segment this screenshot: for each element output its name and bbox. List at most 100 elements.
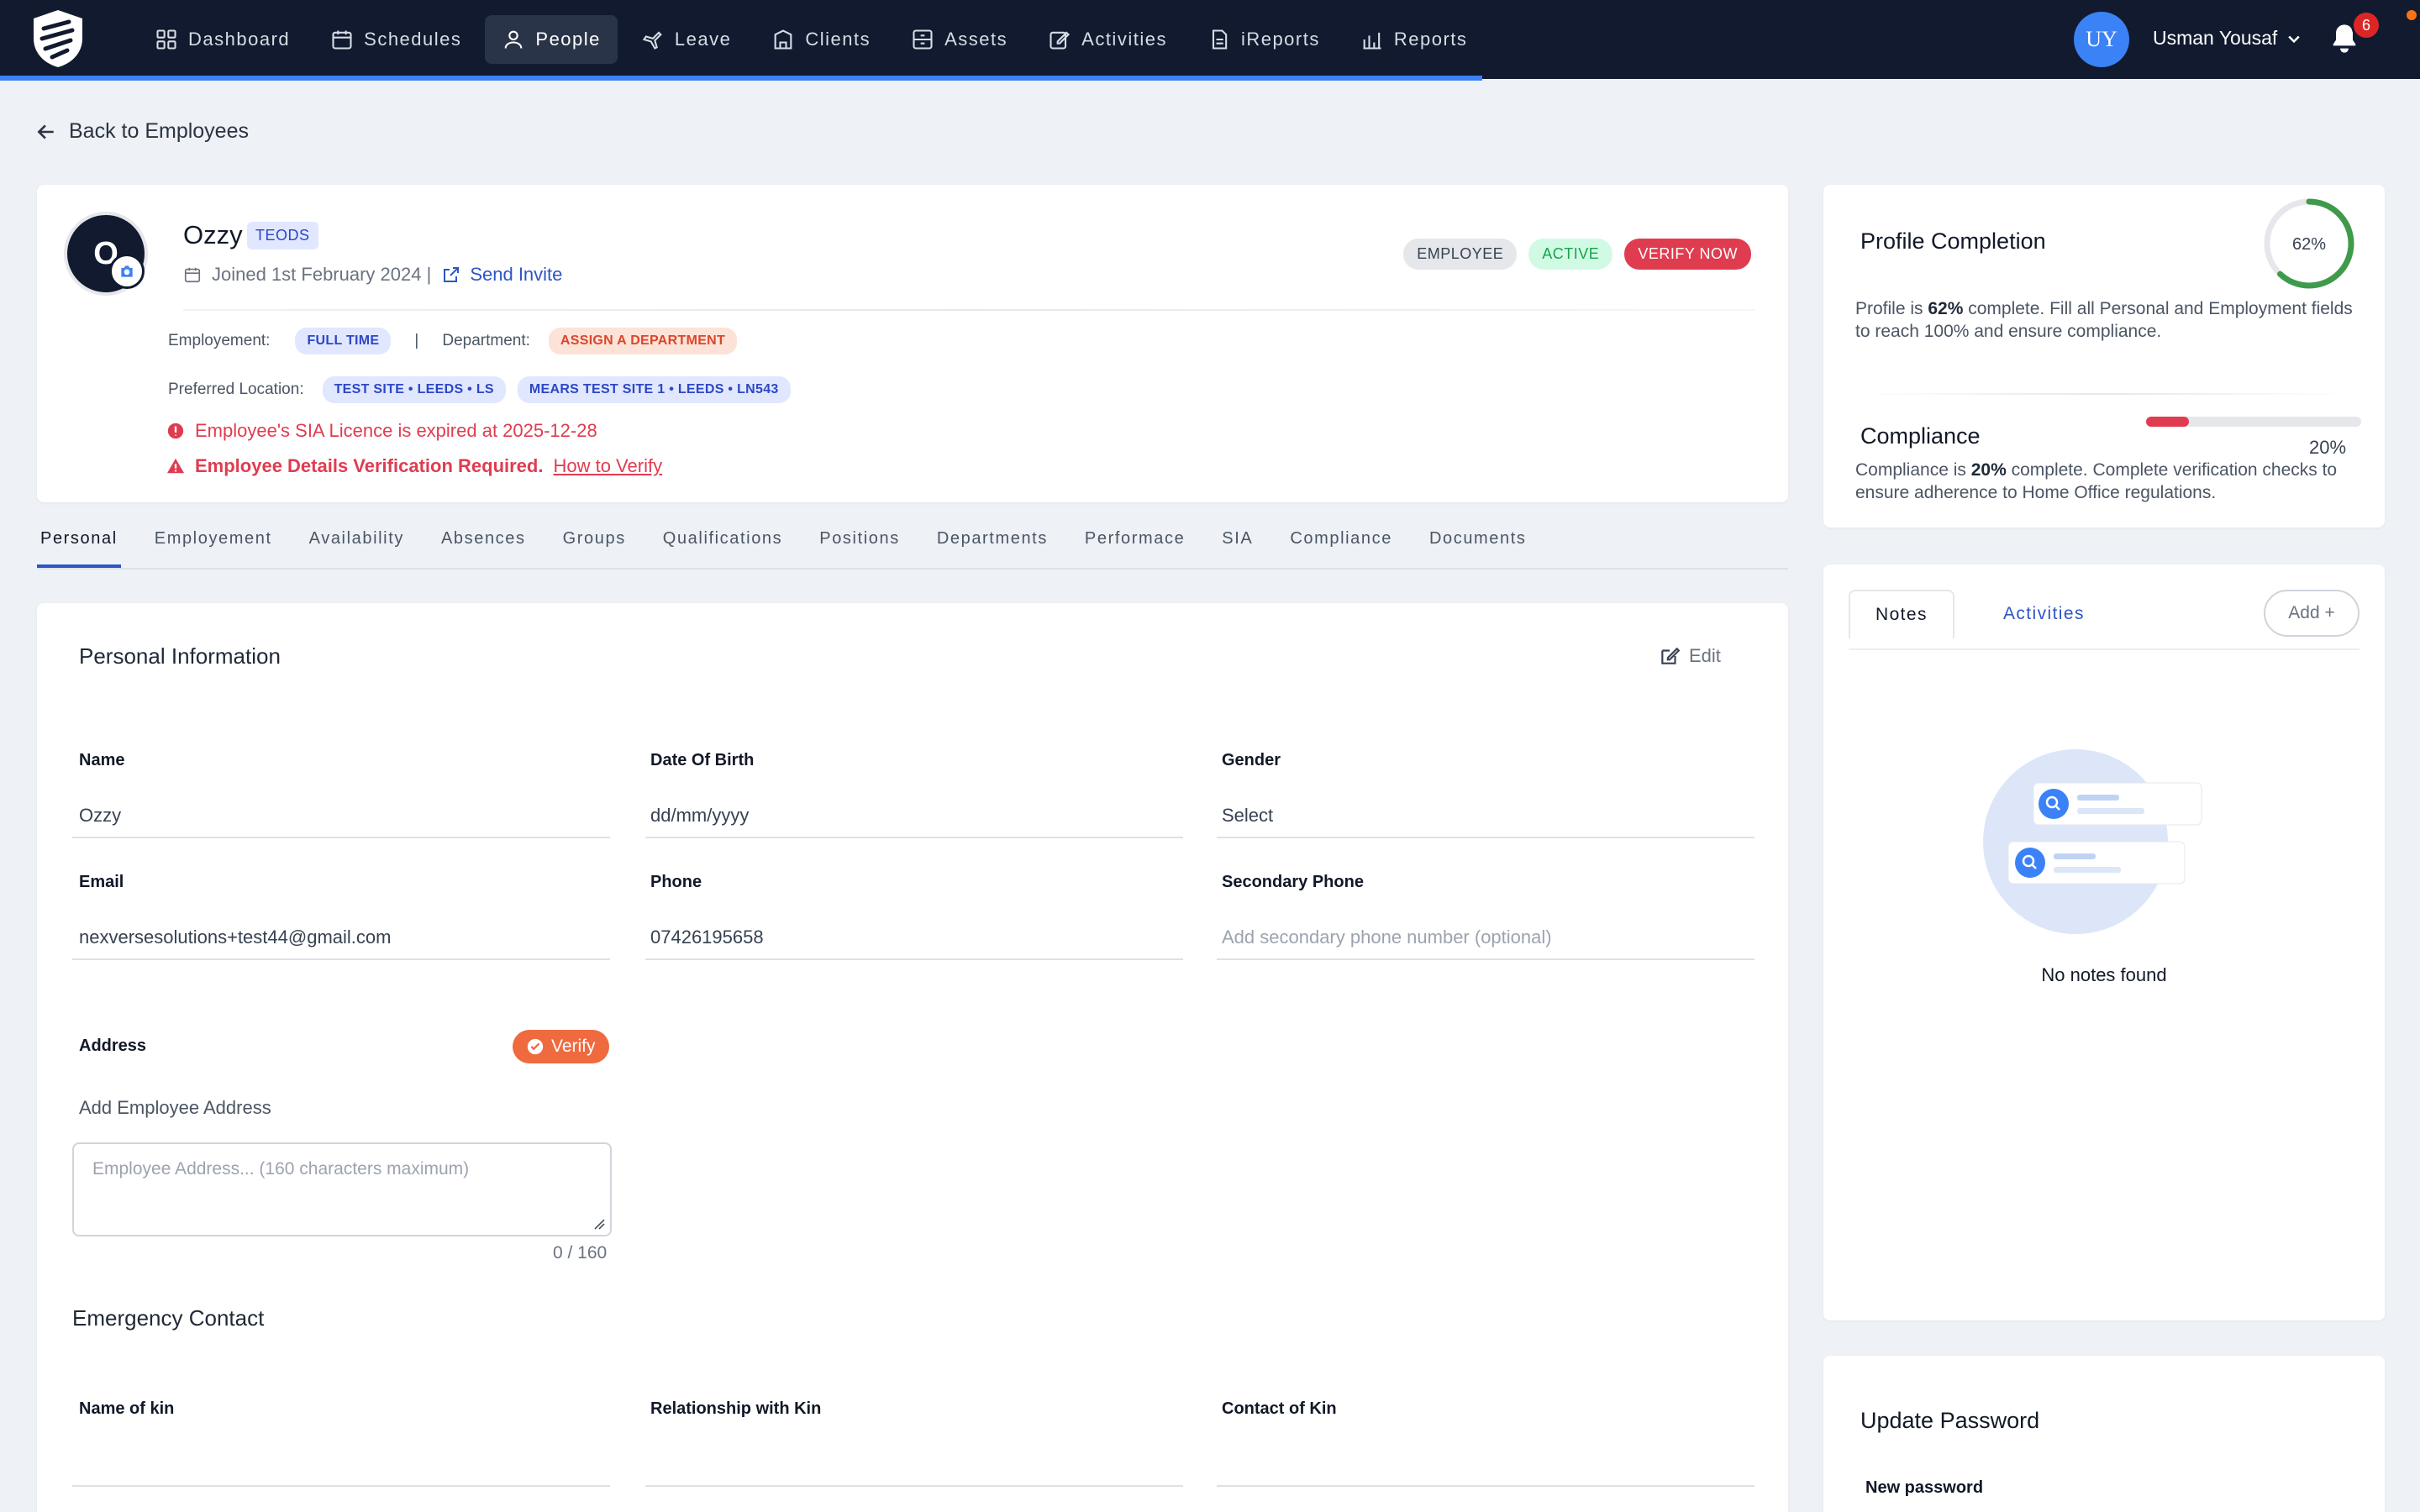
kin-relationship-field[interactable]: Relationship with Kin	[645, 1399, 1183, 1487]
edit-button[interactable]: Edit	[1659, 645, 1721, 667]
nav-schedules[interactable]: Schedules	[313, 15, 478, 64]
back-to-employees-link[interactable]: Back to Employees	[35, 119, 249, 144]
tab-activities[interactable]: Activities	[1978, 590, 2110, 638]
how-to-verify-link[interactable]: How to Verify	[553, 455, 662, 477]
nav-activities[interactable]: Activities	[1031, 15, 1184, 64]
field-value: nexversesolutions+test44@gmail.com	[79, 927, 392, 948]
employee-profile-card: O Ozzy TEODS Joined 1st February 2024 | …	[37, 185, 1788, 502]
nav-dashboard[interactable]: Dashboard	[138, 15, 307, 64]
verify-now-button[interactable]: VERIFY NOW	[1624, 239, 1751, 270]
profile-completion-card: Profile Completion 62% Profile is 62% co…	[1823, 185, 2385, 528]
tab-notes[interactable]: Notes	[1849, 590, 1954, 638]
warning-triangle-icon	[166, 458, 185, 474]
tab-compliance[interactable]: Compliance	[1286, 519, 1396, 568]
calendar-icon	[332, 30, 352, 50]
employment-row: Employement: FULL TIME | Department: ASS…	[168, 328, 738, 354]
status-dot	[2407, 10, 2417, 20]
nav-ireports[interactable]: iReports	[1191, 15, 1337, 64]
top-navbar: Dashboard Schedules People Leave Clients…	[0, 0, 2420, 79]
bar-chart-icon	[1363, 32, 1381, 50]
nav-leave[interactable]: Leave	[624, 15, 748, 64]
logo-icon[interactable]	[30, 8, 86, 69]
emergency-contact-title: Emergency Contact	[72, 1305, 265, 1331]
camera-icon[interactable]	[109, 254, 145, 289]
nav-label: People	[535, 29, 601, 50]
joined-row: Joined 1st February 2024 | Send Invite	[183, 264, 562, 286]
nav-label: Schedules	[364, 29, 462, 50]
employee-name: Ozzy	[183, 220, 243, 249]
field-label: Email	[79, 873, 124, 891]
joined-date: Joined 1st February 2024 |	[212, 264, 432, 285]
tab-absences[interactable]: Absences	[438, 519, 529, 568]
arrow-left-icon	[37, 123, 54, 139]
date-of-birth-field[interactable]: Date Of Birth dd/mm/yyyy	[645, 751, 1183, 838]
verify-address-button[interactable]: Verify	[513, 1030, 609, 1063]
tab-documents[interactable]: Documents	[1426, 519, 1530, 568]
tab-employement[interactable]: Employement	[151, 519, 276, 568]
error-circle-icon	[167, 423, 184, 439]
field-value: dd/mm/yyyy	[650, 805, 750, 826]
field-label: Secondary Phone	[1222, 873, 1364, 891]
employment-type-badge: FULL TIME	[295, 328, 392, 354]
chevron-down-icon	[2288, 35, 2301, 43]
secondary-phone-field[interactable]: Secondary Phone Add secondary phone numb…	[1217, 873, 1754, 960]
document-icon	[1212, 29, 1228, 50]
compliance-percent: 20%	[2309, 437, 2347, 458]
check-circle-icon	[527, 1038, 544, 1055]
gender-select[interactable]: Gender Select	[1217, 751, 1754, 838]
nav-assets[interactable]: Assets	[894, 15, 1024, 64]
field-underline	[1217, 837, 1754, 838]
licence-expired-alert: Employee's SIA Licence is expired at 202…	[166, 420, 597, 442]
empty-notes-message: No notes found	[2041, 964, 2167, 985]
tab-groups[interactable]: Groups	[560, 519, 629, 568]
field-underline	[645, 1485, 1183, 1487]
assign-department-button[interactable]: ASSIGN A DEPARTMENT	[548, 328, 738, 354]
verify-label: Verify	[551, 1037, 596, 1056]
back-label: Back to Employees	[69, 119, 249, 143]
field-label: Name of kin	[79, 1399, 175, 1418]
nav-label: iReports	[1240, 29, 1320, 50]
field-underline	[72, 1485, 610, 1487]
tab-departments[interactable]: Departments	[934, 519, 1051, 568]
field-underline	[1217, 1485, 1754, 1487]
tab-sia[interactable]: SIA	[1218, 519, 1256, 568]
add-note-button[interactable]: Add +	[2264, 590, 2360, 637]
tab-availability[interactable]: Availability	[306, 519, 408, 568]
kin-name-field[interactable]: Name of kin	[72, 1399, 610, 1487]
field-label: Contact of Kin	[1222, 1399, 1337, 1418]
user-avatar[interactable]: UY	[2074, 12, 2129, 67]
user-name: Usman Yousaf	[2153, 27, 2278, 49]
plane-icon	[642, 31, 662, 50]
field-underline	[72, 958, 610, 960]
tab-performace[interactable]: Performace	[1081, 519, 1188, 568]
nav-label: Leave	[674, 29, 732, 50]
compliance-title: Compliance	[1860, 423, 1981, 449]
phone-field[interactable]: Phone 07426195658	[645, 873, 1183, 960]
field-value: 07426195658	[650, 927, 764, 948]
field-underline	[1217, 958, 1754, 960]
page-loading-bar	[0, 76, 1482, 81]
edit-label: Edit	[1689, 645, 1721, 666]
separator: |	[414, 332, 419, 349]
alert-text: Employee Details Verification Required.	[195, 455, 544, 476]
tab-qualifications[interactable]: Qualifications	[660, 519, 786, 568]
email-field[interactable]: Email nexversesolutions+test44@gmail.com	[72, 873, 610, 960]
user-menu[interactable]: Usman Yousaf	[2153, 27, 2302, 50]
nav-people[interactable]: People	[485, 15, 618, 64]
main-nav: Dashboard Schedules People Leave Clients…	[138, 15, 1484, 64]
empty-notes-illustration	[1983, 749, 2202, 934]
nav-label: Activities	[1081, 29, 1167, 50]
name-field[interactable]: Name Ozzy	[72, 751, 610, 838]
send-invite-link[interactable]: Send Invite	[441, 264, 562, 286]
edit-icon	[1661, 647, 1681, 664]
notes-card: Notes Activities Add + No notes found	[1823, 564, 2385, 1320]
nav-clients[interactable]: Clients	[755, 15, 887, 64]
kin-contact-field[interactable]: Contact of Kin	[1217, 1399, 1754, 1487]
tab-personal[interactable]: Personal	[37, 519, 121, 568]
address-textarea[interactable]: Employee Address... (160 characters maxi…	[72, 1142, 612, 1236]
resize-handle-icon[interactable]	[593, 1218, 605, 1230]
nav-reports[interactable]: Reports	[1344, 15, 1485, 64]
tab-positions[interactable]: Positions	[816, 519, 903, 568]
profile-completion-title: Profile Completion	[1860, 228, 2046, 254]
field-placeholder: Add secondary phone number (optional)	[1222, 927, 1552, 948]
